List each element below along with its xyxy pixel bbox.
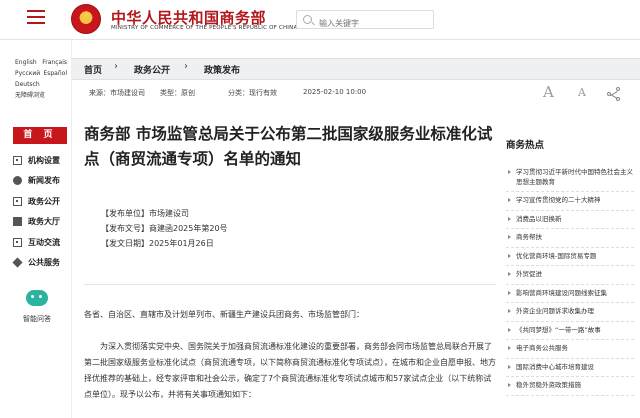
lang-french[interactable]: Français xyxy=(42,57,67,68)
triangle-bullet-icon xyxy=(508,309,511,313)
triangle-bullet-icon xyxy=(508,383,511,387)
search-icon[interactable] xyxy=(303,15,312,24)
nav-label: 公共服务 xyxy=(28,258,60,268)
lang-english[interactable]: English xyxy=(15,57,37,68)
chevron-right-icon: › xyxy=(184,61,188,72)
nav-item-news[interactable]: 新闻发布 xyxy=(13,171,60,192)
triangle-bullet-icon xyxy=(508,364,511,369)
search-input[interactable] xyxy=(297,15,433,32)
triangle-bullet-icon xyxy=(508,253,511,258)
site-header: 中华人民共和国商务部 MINISTRY OF COMMERCE OF THE P… xyxy=(0,0,640,40)
hot-topic-link[interactable]: 优化营商环境-国际贸易专题 xyxy=(506,248,634,266)
triangle-bullet-icon xyxy=(508,346,511,350)
font-shrink-button[interactable]: A xyxy=(578,86,586,99)
meta-type: 类型：原创 xyxy=(160,89,195,97)
nav-item-chat[interactable]: 互动交流 xyxy=(13,232,60,253)
lang-german[interactable]: Deutsch xyxy=(15,79,40,90)
main-nav: 机构设置 新闻发布 政务公开 政务大厅 互动交流 公共服务 xyxy=(12,150,60,274)
nav-item-public[interactable]: 政务公开 xyxy=(13,191,60,212)
document-info: 【发布单位】市场建设司 【发布文号】商建函2025年第20号 【发文日期】202… xyxy=(101,206,228,251)
triangle-bullet-icon xyxy=(508,235,511,239)
nav-label: 机构设置 xyxy=(28,155,60,165)
nav-item-hall[interactable]: 政务大厅 xyxy=(13,212,60,233)
nav-label: 政务公开 xyxy=(28,196,60,206)
nav-item-service[interactable]: 公共服务 xyxy=(12,253,60,274)
org-icon xyxy=(13,155,22,165)
hot-topic-link[interactable]: 稳外贸稳外资政策措施 xyxy=(506,377,634,396)
triangle-bullet-icon xyxy=(508,216,511,221)
triangle-bullet-icon xyxy=(508,290,511,295)
lang-spanish[interactable]: Español xyxy=(43,68,67,79)
nav-label: 互动交流 xyxy=(28,237,60,247)
assistant-label[interactable]: 智能问答 xyxy=(13,314,61,324)
hot-topic-link[interactable]: 外贸促进 xyxy=(506,266,634,285)
font-enlarge-button[interactable]: A xyxy=(543,83,554,101)
language-links: English Français Русский Español Deutsch 无… xyxy=(15,57,71,101)
national-emblem-logo[interactable] xyxy=(71,4,101,34)
news-icon xyxy=(13,176,22,186)
hot-topic-link[interactable]: 国际消费中心城市培育建设 xyxy=(506,359,634,377)
hall-icon xyxy=(13,217,22,227)
accessibility-link[interactable]: 无障碍浏览 xyxy=(15,90,45,101)
ministry-name-en: MINISTRY OF COMMERCE OF THE PEOPLE'S REP… xyxy=(111,25,298,31)
body-paragraph: 为深入贯彻落实党中央、国务院关于加强商贸流通标准化建设的重要部署，商务部会同市场… xyxy=(84,342,496,399)
recipients-paragraph: 各省、自治区、直辖市及计划单列市、新疆生产建设兵团商务、市场监管部门： xyxy=(84,310,364,319)
hot-topic-link[interactable]: 学习贯彻习近平新时代中国特色社会主义思想主题教育 xyxy=(506,164,634,192)
hot-topic-link[interactable]: 学习宣传贯彻党的二十大精神 xyxy=(506,192,634,211)
triangle-bullet-icon xyxy=(508,272,511,276)
hot-topic-link[interactable]: 消费品以旧换新 xyxy=(506,211,634,229)
hot-topic-link[interactable]: 商务帮扶 xyxy=(506,229,634,248)
hot-topics-title: 商务热点 xyxy=(506,140,545,151)
robot-assistant-icon[interactable] xyxy=(26,290,48,306)
issuer-line: 【发布单位】市场建设司 xyxy=(101,209,189,218)
meta-category: 分类：现行有效 xyxy=(228,89,277,97)
hot-topics-list: 学习贯彻习近平新时代中国特色社会主义思想主题教育 学习宣传贯彻党的二十大精神 消… xyxy=(506,164,634,396)
nav-home-button[interactable]: 首 页 xyxy=(13,127,67,144)
hot-topic-link[interactable]: 《共同梦想》“一带一路”故事 xyxy=(506,322,634,340)
service-icon xyxy=(12,257,23,268)
chat-icon xyxy=(13,237,22,247)
issue-date-line: 【发文日期】2025年01月26日 xyxy=(101,239,214,248)
nav-label: 政务大厅 xyxy=(28,217,60,227)
hot-topic-link[interactable]: 电子商务公共服务 xyxy=(506,340,634,359)
triangle-bullet-icon xyxy=(508,327,511,332)
chevron-right-icon: › xyxy=(114,61,118,72)
lang-russian[interactable]: Русский xyxy=(15,68,40,79)
breadcrumb: 首页 › 政务公开 › 政策发布 xyxy=(72,58,640,80)
nav-label: 新闻发布 xyxy=(28,176,60,186)
triangle-bullet-icon xyxy=(508,170,511,174)
hot-topic-link[interactable]: 外资企业问题诉求收集办理 xyxy=(506,303,634,322)
public-icon xyxy=(13,196,22,206)
search-box[interactable] xyxy=(296,10,434,32)
breadcrumb-home[interactable]: 首页 xyxy=(84,63,102,76)
hot-topic-link[interactable]: 影响营商环境建设问题线索征集 xyxy=(506,285,634,303)
menu-icon[interactable] xyxy=(27,10,45,26)
triangle-bullet-icon xyxy=(508,198,511,202)
article-title: 商务部 市场监管总局关于公布第二批国家级服务业标准化试点（商贸流通专项）名单的通… xyxy=(84,125,493,168)
meta-source: 来源：市场建设司 xyxy=(89,89,145,97)
doc-number-line: 【发布文号】商建函2025年第20号 xyxy=(101,224,228,233)
divider xyxy=(84,284,496,285)
nav-item-org[interactable]: 机构设置 xyxy=(13,150,60,171)
share-icon[interactable] xyxy=(607,87,621,101)
breadcrumb-public[interactable]: 政务公开 xyxy=(134,63,170,76)
breadcrumb-policy[interactable]: 政策发布 xyxy=(204,63,240,76)
meta-date: 2025-02-10 10:00 xyxy=(303,88,367,96)
